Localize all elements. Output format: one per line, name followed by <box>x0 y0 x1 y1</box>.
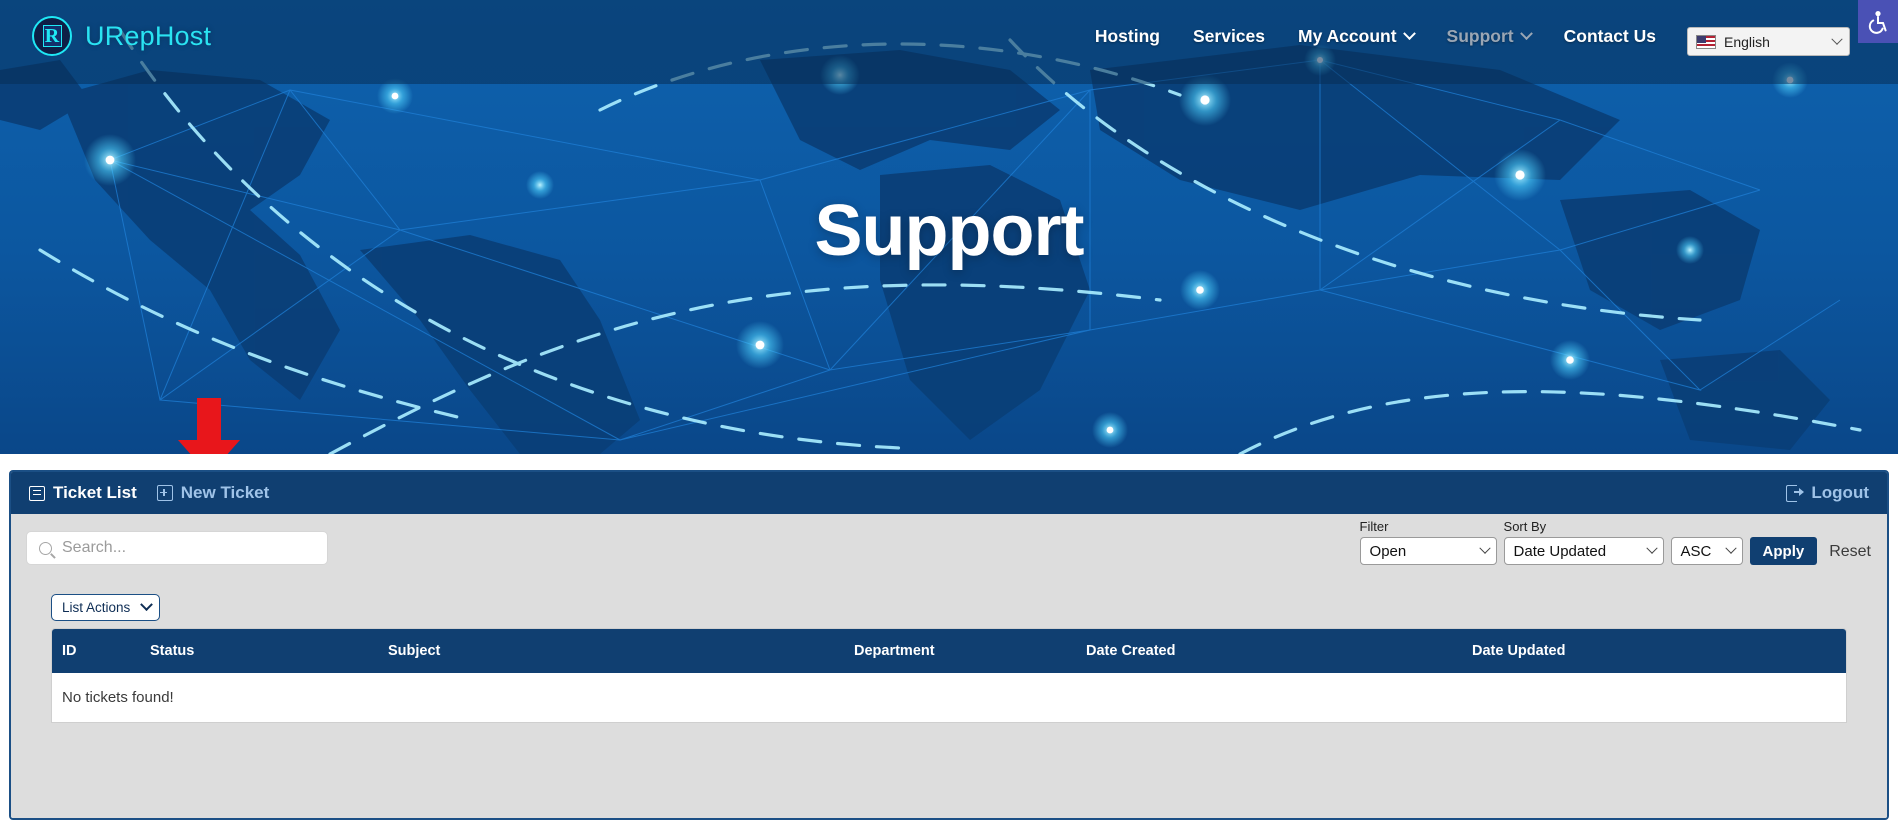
nav-item-my-account[interactable]: My Account <box>1298 26 1416 47</box>
column-header-department[interactable]: Department <box>854 629 1086 673</box>
chevron-down-icon <box>1478 542 1491 554</box>
ticket-panel: Ticket List New Ticket Logout Search... … <box>9 470 1889 820</box>
logout-button[interactable]: Logout <box>1786 483 1869 503</box>
nav-item-contact-us[interactable]: Contact Us <box>1564 26 1656 47</box>
tab-label: Ticket List <box>53 483 137 502</box>
column-header-date-updated[interactable]: Date Updated <box>1472 629 1846 673</box>
column-header-status[interactable]: Status <box>150 629 388 673</box>
accessibility-button[interactable] <box>1858 0 1898 43</box>
logout-icon <box>1786 485 1805 502</box>
empty-state-message: No tickets found! <box>52 673 1846 722</box>
filters-row: Search... Filter Open Sort By Date Updat… <box>11 514 1887 586</box>
tab-new-ticket[interactable]: New Ticket <box>156 483 270 503</box>
nav-item-services[interactable]: Services <box>1193 26 1265 47</box>
brand-name: URepHost <box>85 20 212 51</box>
filter-controls: Filter Open Sort By Date Updated ASC App… <box>1359 519 1871 565</box>
nav-item-support[interactable]: Support <box>1446 26 1533 47</box>
filter-label: Filter <box>1359 519 1389 534</box>
filter-select[interactable]: Open <box>1359 537 1497 565</box>
urephost-logo-icon: R <box>32 16 72 56</box>
tab-label: New Ticket <box>180 483 270 502</box>
apply-button[interactable]: Apply <box>1749 537 1818 565</box>
sort-label: Sort By <box>1503 519 1547 534</box>
page-title: Support <box>814 191 1085 271</box>
logout-label: Logout <box>1811 483 1869 502</box>
actions-row: List Actions <box>11 586 1887 628</box>
nav-label: Hosting <box>1094 26 1160 46</box>
panel-toolbar: Ticket List New Ticket Logout <box>11 472 1887 514</box>
wheelchair-accessibility-icon <box>1868 10 1887 34</box>
hero-banner: R URepHost Hosting Services My Account S… <box>0 0 1898 454</box>
tickets-table-wrapper: ID Status Subject Department Date Create… <box>51 628 1847 723</box>
table-body: No tickets found! <box>52 673 1846 722</box>
column-header-subject[interactable]: Subject <box>388 629 854 673</box>
sort-selected-value: Date Updated <box>1513 542 1607 560</box>
chevron-down-icon <box>1645 542 1658 554</box>
main-navigation: Hosting Services My Account Support Cont… <box>1095 26 1656 47</box>
column-header-id[interactable]: ID <box>52 629 150 673</box>
filter-selected-value: Open <box>1369 542 1407 560</box>
direction-field: ASC <box>1670 537 1743 565</box>
table-head: ID Status Subject Department Date Create… <box>52 629 1846 673</box>
plus-box-icon <box>156 485 173 501</box>
language-label: English <box>1724 33 1770 50</box>
nav-label: Contact Us <box>1563 26 1656 46</box>
language-selector[interactable]: English <box>1687 27 1850 56</box>
list-actions-label: List Actions <box>62 599 131 615</box>
search-icon <box>39 541 52 555</box>
chevron-down-icon <box>1519 27 1533 41</box>
search-input[interactable]: Search... <box>62 539 126 557</box>
reset-link[interactable]: Reset <box>1829 543 1871 565</box>
us-flag-icon <box>1696 34 1716 49</box>
chevron-down-icon <box>1724 542 1737 554</box>
chevron-down-icon <box>140 597 154 611</box>
chevron-down-icon <box>1831 33 1843 45</box>
chevron-down-icon <box>1402 27 1416 41</box>
tickets-table: ID Status Subject Department Date Create… <box>52 629 1846 722</box>
tab-ticket-list[interactable]: Ticket List <box>29 483 137 503</box>
table-header-row: ID Status Subject Department Date Create… <box>52 629 1846 673</box>
list-actions-dropdown[interactable]: List Actions <box>51 593 161 621</box>
sort-field: Sort By Date Updated <box>1503 519 1664 565</box>
nav-label: Services <box>1193 26 1266 46</box>
column-header-date-created[interactable]: Date Created <box>1086 629 1472 673</box>
nav-label: My Account <box>1298 26 1397 46</box>
filter-field: Filter Open <box>1359 519 1497 565</box>
panel-body: Search... Filter Open Sort By Date Updat… <box>11 514 1887 818</box>
direction-selected-value: ASC <box>1680 542 1712 560</box>
nav-item-hosting[interactable]: Hosting <box>1095 26 1160 47</box>
table-empty-row: No tickets found! <box>52 673 1846 722</box>
red-down-arrow-icon <box>178 398 240 454</box>
nav-label: Support <box>1446 26 1514 46</box>
search-box[interactable]: Search... <box>26 531 328 565</box>
sort-select[interactable]: Date Updated <box>1503 537 1664 565</box>
brand-logo[interactable]: R URepHost <box>32 16 211 56</box>
list-box-icon <box>29 485 45 501</box>
sort-direction-select[interactable]: ASC <box>1670 537 1743 565</box>
